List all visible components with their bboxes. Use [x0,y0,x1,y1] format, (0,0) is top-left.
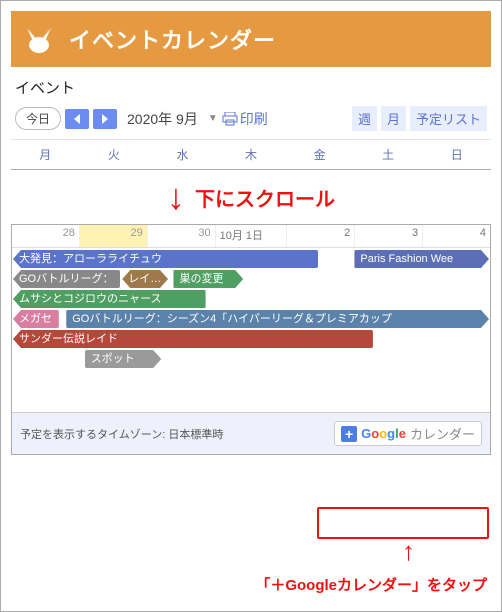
view-agenda[interactable]: 予定リスト [410,106,487,131]
current-month[interactable]: 2020年 9月 [127,109,198,129]
view-week[interactable]: 週 [352,106,377,131]
chevron-right-icon [101,114,109,124]
event-bar[interactable]: サンダー伝説レイド [13,330,373,348]
dow-tue: 火 [80,140,149,169]
dow-fri: 金 [285,140,354,169]
dow-sat: 土 [354,140,423,169]
event-bar[interactable]: GOバトルリーグ：シーズン4「ハイパーリーグ＆プレミアカップ [66,310,489,328]
highlight-box [317,507,489,539]
calendar-toolbar: 今日 2020年 9月 ▼ 印刷 週 月 予定リスト [1,104,501,139]
calendar-grid: 28 29 30 10月 1日 2 3 4 大発見：アローラライチュウ Paris… [11,224,491,455]
next-button[interactable] [93,109,117,129]
app-logo-icon [23,23,55,55]
today-button[interactable]: 今日 [15,107,61,130]
page-title: イベントカレンダー [69,23,276,55]
arrow-up-icon: ↑ [402,536,415,567]
dow-header: 月 火 水 木 金 土 日 [11,139,491,170]
event-bar[interactable]: スポット [85,350,162,368]
date-cell[interactable]: 10月 1日 [215,225,287,247]
scroll-hint-text: 下にスクロール [195,183,335,212]
date-cell[interactable]: 2 [286,225,354,247]
print-button[interactable]: 印刷 [222,109,268,129]
event-bar[interactable]: 大発見：アローラライチュウ [13,250,318,268]
event-bar[interactable]: 巣の変更 [173,270,243,288]
calendar-footer: 予定を表示するタイムゾーン: 日本標準時 + Google カレンダー [12,412,490,454]
event-bar[interactable]: GOバトルリーグ： [13,270,120,288]
add-google-calendar-button[interactable]: + Google カレンダー [334,421,482,446]
event-rows: 大発見：アローラライチュウ Paris Fashion Wee GOバトルリーグ：レ… [12,248,490,412]
date-cell[interactable]: 28 [12,225,79,247]
date-cell[interactable]: 30 [147,225,215,247]
callout-text: 「＋Googleカレンダー」をタップ [255,574,487,595]
dropdown-icon[interactable]: ▼ [208,113,218,124]
plus-icon: + [341,426,357,442]
google-logo: Google [361,426,406,441]
dow-mon: 月 [11,140,80,169]
page-header: イベントカレンダー [11,11,491,67]
print-icon [222,112,238,126]
dow-sun: 日 [422,140,491,169]
section-label: イベント [15,77,487,98]
arrow-down-icon: ↓ [167,179,185,215]
event-bar[interactable]: ムサシとコジロウのニャース [13,290,206,308]
print-label: 印刷 [240,109,268,129]
scroll-hint: ↓ 下にスクロール [1,170,501,224]
dow-wed: 水 [148,140,217,169]
google-calendar-label: カレンダー [410,424,475,443]
date-cell[interactable]: 3 [354,225,422,247]
date-row: 28 29 30 10月 1日 2 3 4 [12,225,490,248]
chevron-left-icon [73,114,81,124]
event-bar[interactable]: レイドア [122,270,168,288]
timezone-label: 予定を表示するタイムゾーン: 日本標準時 [20,426,223,442]
event-bar[interactable]: メガセ [13,310,59,328]
dow-thu: 木 [217,140,286,169]
date-cell[interactable]: 29 [79,225,147,247]
event-bar[interactable]: Paris Fashion Wee [354,250,489,268]
view-month[interactable]: 月 [381,106,406,131]
date-cell[interactable]: 4 [422,225,490,247]
prev-button[interactable] [65,109,89,129]
